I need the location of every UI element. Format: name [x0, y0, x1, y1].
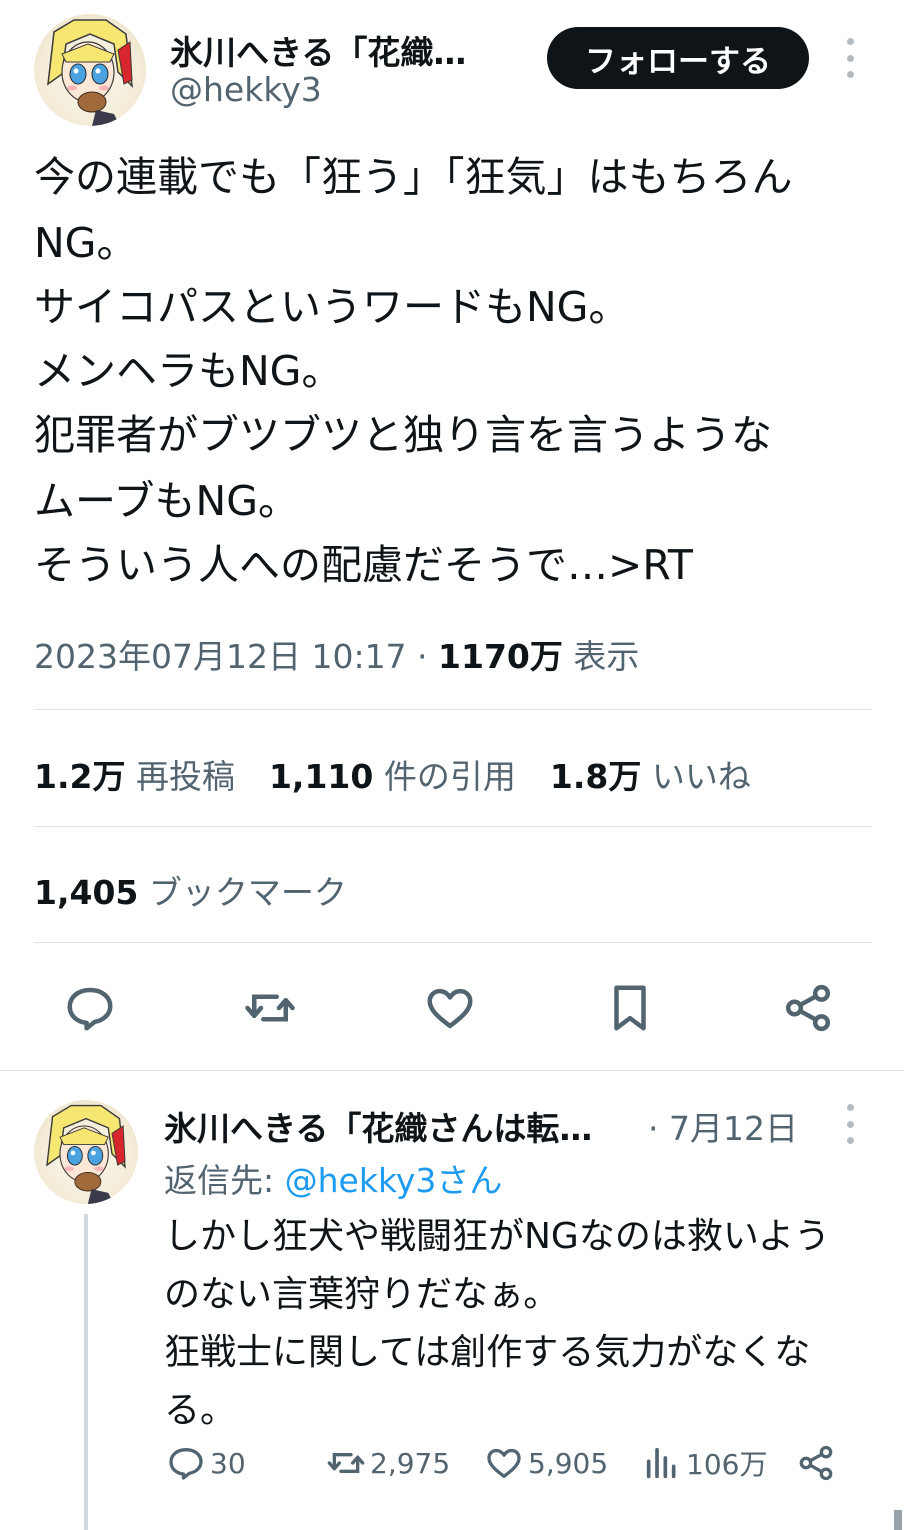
reply-to-label: 返信先: — [164, 1161, 285, 1200]
tweet-timestamp[interactable]: 2023年07月12日 10:17 — [34, 637, 407, 676]
reply-text: しかし狂犬や戦闘狂がNGなのは救いよう のない言葉狩りだなぁ。 狂戦士に関しては… — [164, 1208, 874, 1440]
likes-count: 1.8万 — [549, 757, 642, 796]
divider — [34, 942, 872, 943]
reply-repost-button[interactable]: 2,975 — [326, 1440, 450, 1486]
author-handle[interactable]: @hekky3 — [170, 70, 322, 109]
bookmarks-count: 1,405 — [34, 873, 139, 912]
reposts-count: 1.2万 — [34, 757, 126, 796]
reply-more-options-icon[interactable] — [838, 1104, 862, 1144]
anime-avatar-icon — [47, 19, 133, 126]
view-count: 1170万 — [438, 637, 563, 676]
author-display-name[interactable]: 氷川へきる「花織… — [170, 26, 466, 74]
scrollbar-thumb[interactable] — [894, 1510, 902, 1530]
bookmarks-label: ブックマーク — [138, 873, 347, 912]
views-count: 106万 — [686, 1448, 768, 1481]
reply-like-button[interactable]: 5,905 — [484, 1440, 608, 1486]
bookmark-button[interactable] — [600, 978, 660, 1038]
like-count: 5,905 — [528, 1446, 609, 1480]
reply-views-button[interactable]: 106万 — [642, 1440, 767, 1486]
reply-author-avatar[interactable] — [34, 1100, 138, 1204]
tweet-text-line: 今の連載でも「狂う」「狂気」はもちろん — [34, 153, 793, 201]
follow-button[interactable]: フォローする — [547, 27, 809, 89]
reposts-label: 再投稿 — [125, 757, 235, 796]
meta-separator: · — [406, 637, 439, 676]
thread-line — [84, 1214, 88, 1530]
author-avatar[interactable] — [34, 14, 146, 126]
share-button[interactable] — [778, 978, 838, 1038]
tweet-text-line: サイコパスというワードもNG。 — [34, 283, 630, 331]
reply-icon — [169, 1448, 203, 1480]
view-label: 表示 — [562, 637, 640, 676]
reply-text-line: る。 — [164, 1390, 237, 1431]
reply-icon — [67, 987, 113, 1031]
tweet-text-line: NG。 — [34, 219, 138, 267]
reply-author-display-name[interactable]: 氷川へきる「花織さんは転… — [164, 1102, 592, 1150]
tweet-detail-page: 氷川へきる「花織… @hekky3 フォローする 今の連載でも「狂う」「狂気」は… — [0, 0, 904, 1530]
more-options-icon[interactable] — [838, 38, 862, 78]
repost-button[interactable] — [240, 978, 300, 1038]
quotes-stat[interactable]: 1,110 件の引用 — [269, 757, 516, 796]
reply-text-line: しかし狂犬や戦闘狂がNGなのは救いよう — [164, 1216, 831, 1257]
quotes-count: 1,110 — [268, 757, 374, 796]
views-icon — [646, 1447, 676, 1479]
quotes-label: 件の引用 — [373, 757, 516, 796]
reply-button[interactable] — [60, 978, 120, 1038]
reply-share-button[interactable] — [796, 1440, 840, 1486]
bookmark-stats[interactable]: 1,405 ブックマーク — [34, 866, 347, 914]
tweet-text: 今の連載でも「狂う」「狂気」はもちろん NG。 サイコパスというワードもNG。 … — [34, 145, 884, 597]
likes-stat[interactable]: 1.8万 いいね — [550, 757, 751, 796]
repost-count: 2,975 — [370, 1446, 451, 1480]
tweet-meta: 2023年07月12日 10:17 · 1170万 表示 — [34, 630, 639, 678]
section-divider — [0, 1070, 904, 1071]
tweet-text-line: そういう人への配慮だそうで…>RT — [34, 541, 693, 589]
reply-to-line: 返信先: @hekky3さん — [164, 1154, 502, 1202]
reposts-stat[interactable]: 1.2万 再投稿 — [34, 757, 235, 796]
divider — [34, 709, 872, 710]
reply-reply-button[interactable]: 30 — [166, 1440, 246, 1486]
reply-text-line: 狂戦士に関しては創作する気力がなくな — [164, 1332, 811, 1373]
tweet-text-line: 犯罪者がブツブツと独り言を言うような — [34, 411, 772, 459]
tweet-text-line: ムーブもNG。 — [34, 477, 299, 525]
repost-icon — [245, 994, 295, 1022]
tweet-text-line: メンヘラもNG。 — [34, 347, 343, 395]
repost-icon — [327, 1453, 365, 1473]
reply-count: 30 — [210, 1446, 246, 1480]
reply-text-line: のない言葉狩りだなぁ。 — [164, 1274, 560, 1315]
share-icon — [799, 1445, 833, 1481]
likes-label: いいね — [641, 757, 751, 796]
bookmark-icon — [614, 985, 646, 1031]
divider — [34, 826, 872, 827]
like-icon — [427, 988, 473, 1029]
like-button[interactable] — [420, 978, 480, 1038]
engagement-stats: 1.2万 再投稿 1,110 件の引用 1.8万 いいね — [34, 750, 785, 798]
like-icon — [487, 1448, 521, 1478]
reply-to-mention[interactable]: @hekky3さん — [285, 1161, 503, 1200]
anime-avatar-icon — [46, 1104, 126, 1204]
share-icon — [785, 984, 831, 1032]
reply-date[interactable]: · 7月12日 — [648, 1102, 798, 1150]
